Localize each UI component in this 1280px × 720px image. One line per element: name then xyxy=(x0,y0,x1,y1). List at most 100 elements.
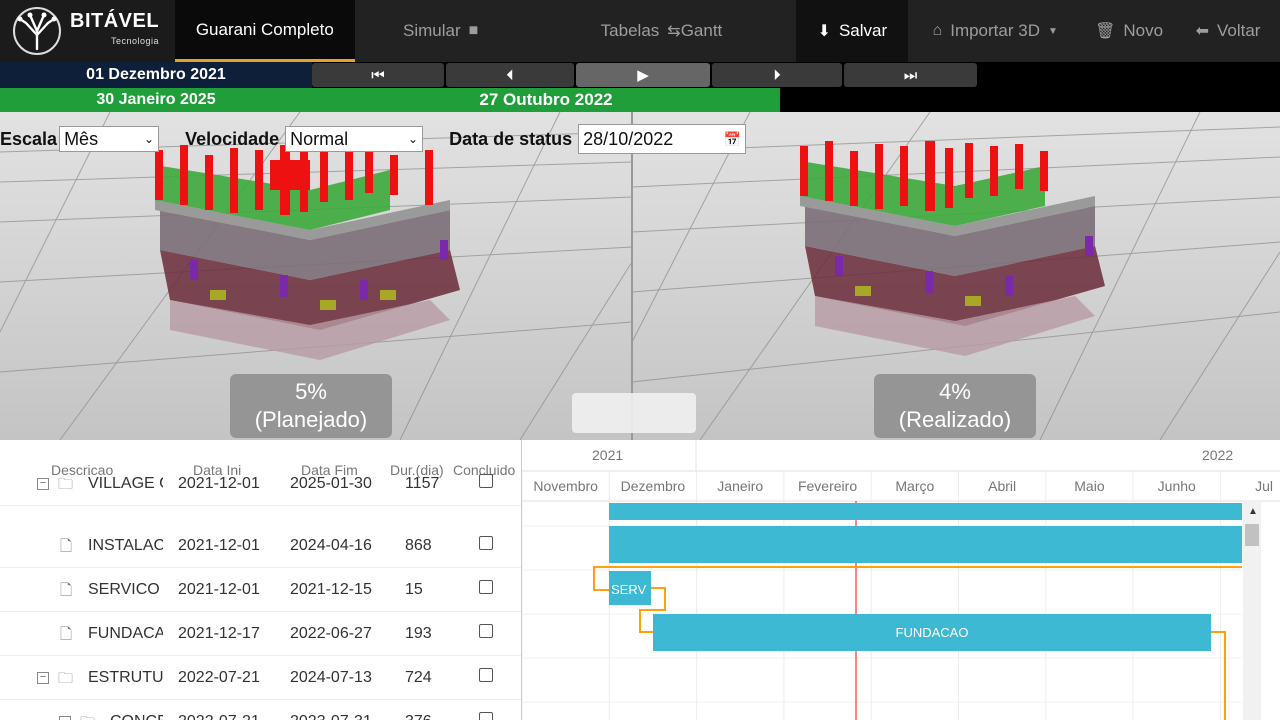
task-name: CONCE xyxy=(110,713,163,720)
speed-select[interactable]: Normal ⌄ xyxy=(285,126,424,152)
task-grid: Descricao Data Ini Data Fim Dur.(dia) Co… xyxy=(0,440,522,720)
planned-percent: 5% xyxy=(295,379,327,404)
year-label: 2021 xyxy=(592,447,623,463)
gantt-bar-label: FUNDACAO xyxy=(896,625,969,640)
skip-forward-icon: ⏭ xyxy=(903,66,918,84)
month-label: Janeiro xyxy=(717,478,763,494)
file-icon: 🗋 xyxy=(60,582,73,599)
table-row[interactable]: −🗀 VILLAGE GU 2021-12-01 2025-01-30 1157 xyxy=(0,462,521,506)
completed-checkbox[interactable] xyxy=(479,668,493,682)
task-duration: 868 xyxy=(405,537,432,554)
task-end: 2025-01-30 xyxy=(290,475,372,492)
gantt-svg: 2021 2022 Novembro Dezembro Janeiro Fevereiro… xyxy=(522,440,1280,720)
step-forward-button[interactable]: ⏵ xyxy=(712,63,842,87)
month-label: Jul xyxy=(1255,478,1273,494)
table-row[interactable]: − 🗀 ESTRUTU 2022-07-21 2024-07-13 724 xyxy=(0,656,521,700)
task-name: VILLAGE GU xyxy=(88,475,163,492)
nav-simulate-button[interactable]: Simular ■ xyxy=(355,0,527,62)
gantt-bar-village[interactable] xyxy=(609,503,1242,520)
timeline-start-date: 01 Dezembro 2021 xyxy=(0,62,312,88)
folder-icon: 🗀 xyxy=(58,476,74,493)
collapse-toggle-icon[interactable]: − xyxy=(37,478,49,490)
collapse-toggle-icon[interactable]: − xyxy=(37,672,49,684)
timeline-end-date: 30 Janeiro 2025 xyxy=(0,88,312,112)
task-start: 2021-12-17 xyxy=(178,625,260,642)
scroll-thumb[interactable] xyxy=(1245,524,1259,546)
nav-tables-gantt-toggle[interactable]: Tabelas ⇆ Gantt xyxy=(527,0,797,62)
task-end: 2022-06-27 xyxy=(290,625,372,642)
completed-checkbox[interactable] xyxy=(479,474,493,488)
task-start: 2022-07-21 xyxy=(178,713,260,720)
actual-label: (Realizado) xyxy=(898,407,1012,432)
completed-checkbox[interactable] xyxy=(479,580,493,594)
month-label: Março xyxy=(895,478,934,494)
file-icon: 🗋 xyxy=(60,626,73,643)
3d-viewport[interactable] xyxy=(0,112,1280,440)
planned-progress-badge: 5% (Planejado) xyxy=(230,374,392,438)
task-duration: 15 xyxy=(405,581,423,598)
timeline-current-date: 27 Outubro 2022 xyxy=(312,88,780,112)
gantt-chart[interactable]: 2021 2022 Novembro Dezembro Janeiro Fevereiro… xyxy=(522,440,1280,720)
step-forward-icon: ⏵ xyxy=(773,66,781,84)
gantt-bar-label: SERV xyxy=(611,582,646,597)
table-row[interactable]: 🗋 INSTALAC 2021-12-01 2024-04-16 868 xyxy=(0,524,521,568)
task-name: ESTRUTU xyxy=(88,669,163,686)
step-back-icon: ⏴ xyxy=(506,66,514,84)
filter-row: Escala Mês ⌄ Velocidade Normal ⌄ Data de… xyxy=(0,124,747,154)
task-end: 2023-07-31 xyxy=(290,713,372,720)
nav-back-button[interactable]: ⬅ Voltar xyxy=(1176,0,1280,62)
split-view-button[interactable] xyxy=(572,393,696,433)
table-row[interactable]: 🗋 SERVICO 2021-12-01 2021-12-15 15 xyxy=(0,568,521,612)
skip-to-start-button[interactable]: ⏮ xyxy=(312,63,444,87)
task-end: 2024-04-16 xyxy=(290,537,372,554)
chevron-down-icon: ⌄ xyxy=(408,132,419,146)
brand-subtitle: Tecnologia xyxy=(111,36,160,46)
play-button[interactable]: ▶ xyxy=(576,63,710,87)
planned-label: (Planejado) xyxy=(254,407,368,432)
completed-checkbox[interactable] xyxy=(479,536,493,550)
top-navbar: BITÁVEL Tecnologia Guarani Completo Simu… xyxy=(0,0,1280,62)
step-back-button[interactable]: ⏴ xyxy=(446,63,574,87)
calendar-icon[interactable]: 📅 xyxy=(724,131,741,148)
nav-project-tab[interactable]: Guarani Completo xyxy=(174,0,355,62)
year-label: 2022 xyxy=(1202,447,1233,463)
brand[interactable]: BITÁVEL Tecnologia xyxy=(0,0,175,62)
folder-icon: 🗀 xyxy=(58,670,74,687)
nav-new-button[interactable]: 🗑 Novo xyxy=(1082,0,1176,62)
completed-checkbox[interactable] xyxy=(479,712,493,720)
nav-save-button[interactable]: ⬇ Salvar xyxy=(796,0,909,62)
task-start: 2021-12-01 xyxy=(178,475,260,492)
task-duration: 376 xyxy=(405,713,432,720)
bim-model-render xyxy=(0,112,1280,440)
brand-name: BITÁVEL Tecnologia xyxy=(70,11,159,51)
task-start: 2021-12-01 xyxy=(178,537,260,554)
actual-progress-badge: 4% (Realizado) xyxy=(874,374,1036,438)
nav-import3d-dropdown[interactable]: ⌂ Importar 3D ▼ xyxy=(908,0,1082,62)
swap-arrows-icon: ⇆ xyxy=(667,23,681,40)
task-name: SERVICO xyxy=(88,581,160,598)
download-icon: ⬇ xyxy=(817,23,831,40)
scroll-up-arrow-icon[interactable]: ▲ xyxy=(1248,506,1258,517)
gantt-bar-instalac[interactable] xyxy=(609,526,1242,563)
month-label: Maio xyxy=(1074,478,1105,494)
caret-down-icon: ▼ xyxy=(1047,25,1058,37)
month-label: Fevereiro xyxy=(798,478,857,494)
dependency-link xyxy=(1211,631,1226,720)
play-icon: ▶ xyxy=(637,67,649,84)
table-row[interactable]: 🗋 FUNDACA 2021-12-17 2022-06-27 193 xyxy=(0,612,521,656)
month-label: Junho xyxy=(1158,478,1196,494)
speed-label: Velocidade xyxy=(185,128,280,149)
task-start: 2021-12-01 xyxy=(178,581,260,598)
scale-label: Escala xyxy=(0,128,58,149)
completed-checkbox[interactable] xyxy=(479,624,493,638)
scale-select[interactable]: Mês ⌄ xyxy=(59,126,160,152)
chevron-down-icon: ⌄ xyxy=(144,132,155,146)
table-row[interactable]: − 🗀 CONCE 2022-07-21 2023-07-31 376 xyxy=(0,700,521,720)
skip-to-end-button[interactable]: ⏭ xyxy=(844,63,977,87)
status-date-input[interactable]: 28/10/2022 📅 xyxy=(578,124,747,154)
trash-icon: 🗑 xyxy=(1095,23,1116,40)
file-icon: 🗋 xyxy=(60,538,73,555)
tree-logo-icon xyxy=(13,7,61,55)
collapse-toggle-icon[interactable]: − xyxy=(59,716,71,720)
task-duration: 724 xyxy=(405,669,432,686)
